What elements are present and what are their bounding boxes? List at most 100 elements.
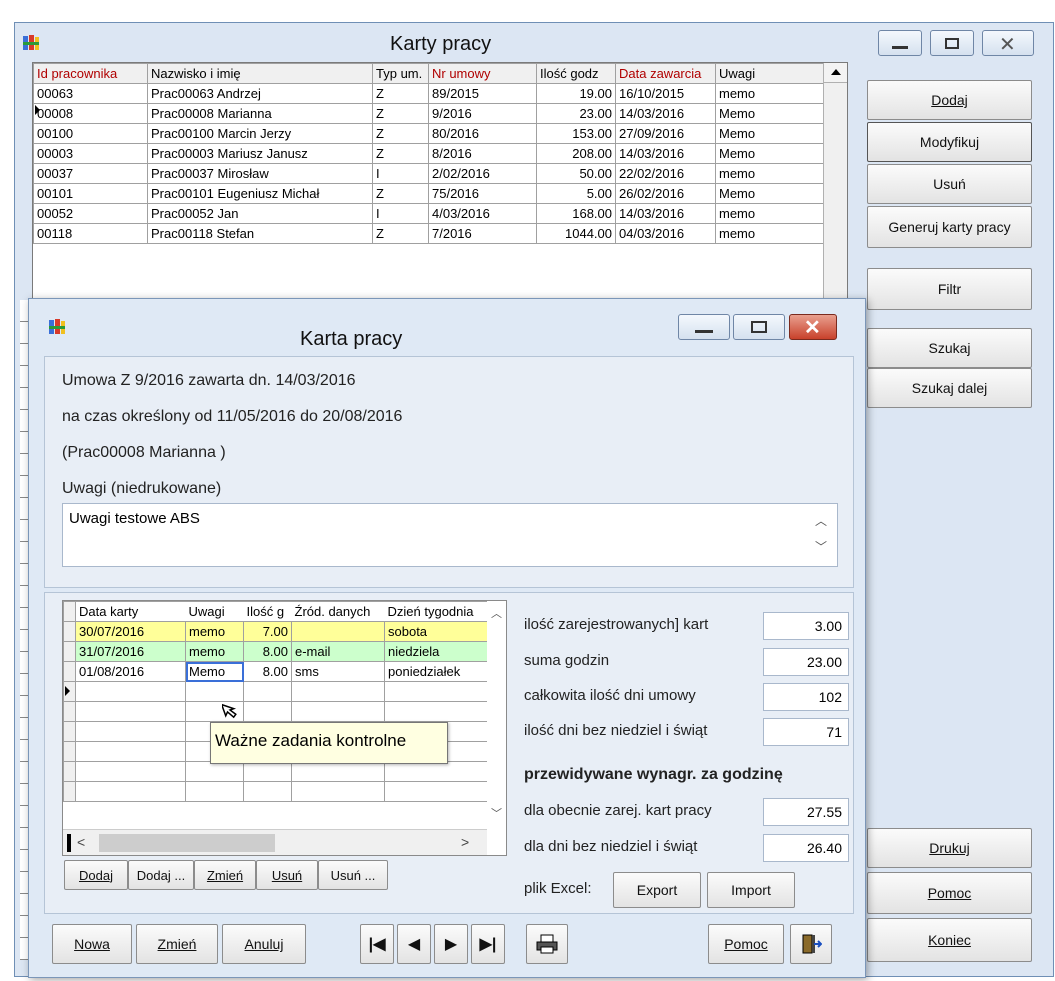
column-header[interactable]: Nazwisko i imię <box>147 63 373 84</box>
table-row[interactable]: 00118 Prac00118 Stefan Z 7/2016 1044.00 04/03… <box>33 223 824 244</box>
cards-cell[interactable] <box>243 681 292 702</box>
chevron-down-icon[interactable]: ﹀ <box>491 805 502 821</box>
cards-row[interactable] <box>63 681 488 702</box>
chevron-up-icon[interactable]: ︿ <box>815 512 827 529</box>
cards-column-header[interactable]: Data karty <box>75 601 186 622</box>
search-next-button[interactable]: Szukaj dalej <box>867 368 1032 408</box>
cards-cell[interactable] <box>384 701 488 722</box>
cards-row[interactable]: 01/08/2016 Memo 8.00 sms poniedziałek <box>63 661 488 682</box>
cards-vertical-scrollbar[interactable]: ︿ ﹀ <box>487 601 506 829</box>
cards-cell[interactable]: Memo <box>185 661 244 682</box>
cards-row[interactable]: 31/07/2016 memo 8.00 e-mail niedziela <box>63 641 488 662</box>
table-row[interactable]: 00003 Prac00003 Mariusz Janusz Z 8/2016 208.… <box>33 143 824 164</box>
column-header[interactable]: Nr umowy <box>428 63 537 84</box>
cards-horizontal-scrollbar[interactable]: < > <box>63 829 487 855</box>
modify-button[interactable]: Modyfikuj <box>867 122 1032 162</box>
cards-cell[interactable]: niedziela <box>384 641 488 662</box>
cards-cell[interactable]: 31/07/2016 <box>75 641 186 662</box>
close-button[interactable]: ✕ <box>982 30 1034 56</box>
cards-cell[interactable]: 01/08/2016 <box>75 661 186 682</box>
cards-column-header[interactable]: Dzień tygodnia <box>384 601 488 622</box>
row-indicator[interactable] <box>63 781 76 802</box>
generate-cards-button[interactable]: Generuj karty pracy <box>867 206 1032 248</box>
card-delete-button[interactable]: Usuń <box>256 860 318 890</box>
dialog-minimize-button[interactable] <box>678 314 730 340</box>
card-delete-more-button[interactable]: Usuń ... <box>318 860 388 890</box>
cards-cell[interactable]: memo <box>185 621 244 642</box>
row-indicator[interactable] <box>63 721 76 742</box>
cards-cell[interactable]: 7.00 <box>243 621 292 642</box>
cards-row[interactable]: 30/07/2016 memo 7.00 sobota <box>63 621 488 642</box>
filter-button[interactable]: Filtr <box>867 268 1032 310</box>
first-record-button[interactable]: |◀ <box>360 924 394 964</box>
dialog-print-button[interactable] <box>526 924 568 964</box>
row-indicator[interactable] <box>63 761 76 782</box>
dialog-exit-button[interactable] <box>790 924 832 964</box>
cards-cell[interactable] <box>75 761 186 782</box>
cards-cell[interactable]: e-mail <box>291 641 385 662</box>
chevron-right-icon[interactable]: > <box>461 834 469 850</box>
cards-cell[interactable] <box>291 621 385 642</box>
cards-cell[interactable] <box>291 781 385 802</box>
row-indicator[interactable] <box>63 621 76 642</box>
cards-cell[interactable] <box>291 701 385 722</box>
table-row[interactable]: 00008 Prac00008 Marianna Z 9/2016 23.00 14/03… <box>33 103 824 124</box>
card-edit-button[interactable]: Zmień <box>194 860 256 890</box>
change-button[interactable]: Zmień <box>136 924 218 964</box>
column-header[interactable]: Uwagi <box>715 63 824 84</box>
scroll-up-arrow-icon[interactable] <box>824 63 847 83</box>
minimize-button[interactable] <box>878 30 922 56</box>
cards-cell[interactable] <box>185 681 244 702</box>
help-button[interactable]: Pomoc <box>867 872 1032 914</box>
cards-cell[interactable] <box>75 701 186 722</box>
cards-column-header[interactable]: Ilość g <box>243 601 292 622</box>
search-button[interactable]: Szukaj <box>867 328 1032 368</box>
cards-cell[interactable] <box>75 781 186 802</box>
row-indicator[interactable] <box>63 701 76 722</box>
cards-cell[interactable]: memo <box>185 641 244 662</box>
cards-cell[interactable]: 8.00 <box>243 661 292 682</box>
table-row[interactable]: 00063 Prac00063 Andrzej Z 89/2015 19.00 16/10… <box>33 83 824 104</box>
cards-cell[interactable] <box>384 781 488 802</box>
cards-cell[interactable] <box>243 701 292 722</box>
previous-record-button[interactable]: ◀ <box>397 924 431 964</box>
scroll-thumb[interactable] <box>99 834 275 852</box>
cards-cell[interactable]: sms <box>291 661 385 682</box>
delete-button[interactable]: Usuń <box>867 164 1032 204</box>
exit-button[interactable]: Koniec <box>867 918 1032 962</box>
cards-column-header[interactable]: Uwagi <box>185 601 244 622</box>
cards-cell[interactable] <box>75 741 186 762</box>
table-row[interactable]: 00037 Prac00037 Mirosław I 2/02/2016 50.00 22… <box>33 163 824 184</box>
dialog-close-button[interactable]: ✕ <box>789 314 837 340</box>
chevron-up-icon[interactable]: ︿ <box>491 605 502 621</box>
cards-column-header[interactable]: Źród. danych <box>291 601 385 622</box>
row-indicator[interactable] <box>63 741 76 762</box>
dialog-help-button[interactable]: Pomoc <box>708 924 784 964</box>
cards-row[interactable] <box>63 761 488 782</box>
cards-cell[interactable]: 30/07/2016 <box>75 621 186 642</box>
export-button[interactable]: Export <box>613 872 701 908</box>
table-row[interactable]: 00100 Prac00100 Marcin Jerzy Z 80/2016 153.0… <box>33 123 824 144</box>
cards-row[interactable] <box>63 701 488 722</box>
cancel-button[interactable]: Anuluj <box>222 924 306 964</box>
cards-cell[interactable] <box>185 781 244 802</box>
table-vertical-scrollbar[interactable] <box>823 63 847 301</box>
column-header[interactable]: Ilość godz <box>536 63 616 84</box>
cards-cell[interactable]: 8.00 <box>243 641 292 662</box>
cards-cell[interactable] <box>384 761 488 782</box>
chevron-down-icon[interactable]: ﹀ <box>815 538 827 555</box>
cards-cell[interactable] <box>384 681 488 702</box>
cards-cell[interactable]: sobota <box>384 621 488 642</box>
notes-textarea[interactable]: Uwagi testowe ABS ︿ ﹀ <box>62 503 838 567</box>
cards-cell[interactable] <box>291 681 385 702</box>
new-button[interactable]: Nowa <box>52 924 132 964</box>
add-button[interactable]: Dodaj <box>867 80 1032 120</box>
chevron-left-icon[interactable]: < <box>77 834 85 850</box>
card-add-more-button[interactable]: Dodaj ... <box>128 860 194 890</box>
import-button[interactable]: Import <box>707 872 795 908</box>
maximize-button[interactable] <box>930 30 974 56</box>
table-row[interactable]: 00052 Prac00052 Jan I 4/03/2016 168.00 14/03/… <box>33 203 824 224</box>
cards-cell[interactable] <box>185 761 244 782</box>
table-row[interactable]: 00101 Prac00101 Eugeniusz Michał Z 75/2016 5… <box>33 183 824 204</box>
cards-cell[interactable] <box>75 681 186 702</box>
